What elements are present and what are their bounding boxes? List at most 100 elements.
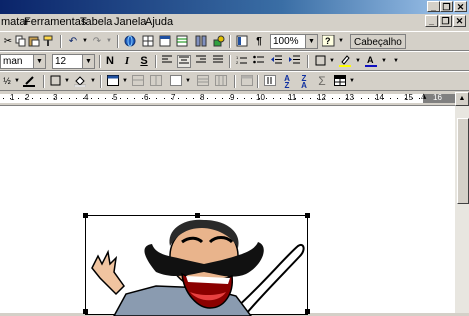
paste-icon[interactable] xyxy=(27,35,41,48)
chevron-down-icon[interactable]: ▼ xyxy=(305,35,317,48)
bullets-icon[interactable] xyxy=(252,55,266,68)
font-name-value: man xyxy=(3,56,23,67)
ruler-tick xyxy=(251,98,252,99)
chevron-down-icon[interactable]: ▼ xyxy=(33,55,45,68)
ruler-tick xyxy=(178,98,179,99)
align-center-icon[interactable] xyxy=(177,55,191,68)
font-name-combo[interactable]: man ▼ xyxy=(0,54,46,69)
strikethrough-icon[interactable]: S xyxy=(137,55,151,68)
ruler-number: 4 xyxy=(84,93,89,102)
ruler-tick xyxy=(280,98,281,99)
tables-borders-icon[interactable] xyxy=(141,35,155,48)
redo-dropdown-icon[interactable]: ▼ xyxy=(102,35,116,48)
ruler-tick xyxy=(171,98,172,99)
italic-icon[interactable]: I xyxy=(120,55,134,68)
minimize-window-button[interactable]: _ xyxy=(427,1,440,12)
restore-window-button[interactable]: ❐ xyxy=(440,1,453,12)
toolbar-separator xyxy=(99,55,101,68)
scissors-icon[interactable]: ✂ xyxy=(1,35,15,48)
resize-handle[interactable] xyxy=(83,213,88,218)
format-painter-icon[interactable] xyxy=(41,35,55,48)
distribute-rows-icon[interactable] xyxy=(196,75,210,88)
merge-cells-icon[interactable] xyxy=(131,75,145,88)
help-dropdown-icon[interactable]: ▼ xyxy=(334,35,348,48)
drawing-icon[interactable] xyxy=(212,35,226,48)
split-cells-icon[interactable] xyxy=(149,75,163,88)
menu-bar: matar Ferramentas Tabela Janela Ajuda _ … xyxy=(0,14,469,32)
shading-icon[interactable] xyxy=(73,75,87,88)
justify-icon[interactable] xyxy=(211,55,225,68)
toolbar-options-icon[interactable]: ▼ xyxy=(345,75,359,88)
bold-icon[interactable]: N xyxy=(103,55,117,68)
restore-document-button[interactable]: ❐ xyxy=(439,15,452,27)
decrease-indent-icon[interactable] xyxy=(270,55,284,68)
resize-handle[interactable] xyxy=(83,309,88,314)
ruler-tick xyxy=(229,98,230,99)
right-indent-marker-icon[interactable]: ◮ xyxy=(421,93,426,100)
border-dropdown-icon[interactable]: ▼ xyxy=(60,75,74,88)
insert-table-icon[interactable] xyxy=(158,35,172,48)
help-icon[interactable]: ? xyxy=(321,34,335,48)
scroll-up-button[interactable]: ▲ xyxy=(455,92,469,106)
font-size-combo[interactable]: 12 ▼ xyxy=(52,54,95,69)
font-color-icon[interactable]: A xyxy=(364,55,378,68)
drawing-toolbar: ½ ▼ ▼ ▼ ▼ ▼ AZ ZA Σ ▼ xyxy=(0,71,469,91)
sort-descending-icon[interactable]: ZA xyxy=(297,75,311,90)
copy-icon[interactable] xyxy=(14,35,28,48)
numbering-icon[interactable]: 12 xyxy=(235,55,249,68)
toolbar-separator xyxy=(307,55,309,68)
highlight-dropdown-icon[interactable]: ▼ xyxy=(351,55,365,68)
menu-tabela[interactable]: Tabela xyxy=(80,16,112,28)
ruler-tick xyxy=(186,98,187,99)
insert-table-dropdown-icon[interactable]: ▼ xyxy=(118,75,132,88)
hyperlink-icon[interactable] xyxy=(123,35,137,48)
ruler-tick xyxy=(200,98,201,99)
resize-handle[interactable] xyxy=(305,309,310,314)
sort-ascending-icon[interactable]: AZ xyxy=(280,75,294,90)
shading-dropdown-icon[interactable]: ▼ xyxy=(86,75,100,88)
autoformat-table-icon[interactable] xyxy=(240,75,254,88)
excel-icon[interactable] xyxy=(175,35,189,48)
ruler-tick xyxy=(361,98,362,99)
close-window-button[interactable]: ✕ xyxy=(454,1,467,12)
distribute-columns-icon[interactable] xyxy=(214,75,228,88)
ruler-tick xyxy=(332,98,333,99)
text-direction-icon[interactable] xyxy=(263,75,277,88)
autosum-icon[interactable]: Σ xyxy=(315,75,329,88)
chevron-down-icon[interactable]: ▼ xyxy=(82,55,94,68)
toolbar-separator xyxy=(100,75,102,88)
ruler-number: 5 xyxy=(113,93,118,102)
align-cell-dropdown-icon[interactable]: ▼ xyxy=(181,75,195,88)
ruler-tick xyxy=(273,98,274,99)
align-right-icon[interactable] xyxy=(194,55,208,68)
ruler-tick xyxy=(302,98,303,99)
toolbar-separator xyxy=(43,75,45,88)
columns-icon[interactable] xyxy=(194,35,208,48)
horizontal-ruler[interactable]: 1 2 3 4 5 6 7 8 9 10 11 12 13 14 15 16 ◮ xyxy=(0,91,469,106)
scrollbar-thumb[interactable] xyxy=(457,118,469,204)
pen-icon[interactable] xyxy=(22,75,36,88)
menu-ferramentas[interactable]: Ferramentas xyxy=(24,16,86,28)
ruler-tick xyxy=(164,98,165,99)
title-bar: _ ❐ ✕ xyxy=(0,0,469,14)
selected-picture[interactable] xyxy=(83,213,310,316)
menu-ajuda[interactable]: Ajuda xyxy=(145,16,173,28)
zoom-combo[interactable]: 100% ▼ xyxy=(270,34,318,49)
increase-indent-icon[interactable] xyxy=(288,55,302,68)
minimize-document-button[interactable]: _ xyxy=(425,15,438,27)
align-left-icon[interactable] xyxy=(160,55,174,68)
ruler-tick xyxy=(156,98,157,99)
header-button[interactable]: Cabeçalho xyxy=(350,34,406,49)
ruler-number: 10 xyxy=(256,93,265,102)
ruler-tick xyxy=(419,98,420,99)
svg-text:?: ? xyxy=(325,36,331,46)
pilcrow-icon[interactable]: ¶ xyxy=(252,35,266,48)
highlight-icon[interactable] xyxy=(338,55,352,68)
resize-handle[interactable] xyxy=(305,213,310,218)
toolbar-options-icon[interactable]: ▼ xyxy=(389,55,403,68)
document-map-icon[interactable] xyxy=(235,35,249,48)
menu-janela[interactable]: Janela xyxy=(114,16,146,28)
resize-handle[interactable] xyxy=(195,213,200,218)
close-document-button[interactable]: ✕ xyxy=(453,15,466,27)
border-dropdown-icon[interactable]: ▼ xyxy=(325,55,339,68)
